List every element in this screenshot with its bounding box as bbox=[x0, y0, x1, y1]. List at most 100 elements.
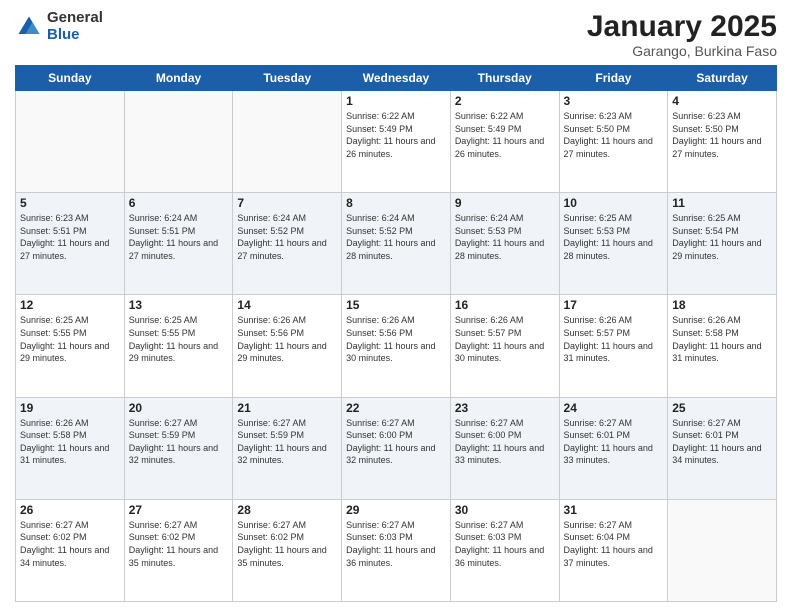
day-info: Sunrise: 6:27 AM Sunset: 6:03 PM Dayligh… bbox=[455, 519, 555, 569]
col-friday: Friday bbox=[559, 66, 668, 91]
table-row: 23 Sunrise: 6:27 AM Sunset: 6:00 PM Dayli… bbox=[450, 397, 559, 499]
day-info: Sunrise: 6:27 AM Sunset: 6:00 PM Dayligh… bbox=[346, 417, 446, 467]
day-info: Sunrise: 6:27 AM Sunset: 6:00 PM Dayligh… bbox=[455, 417, 555, 467]
day-number: 16 bbox=[455, 298, 555, 312]
day-number: 22 bbox=[346, 401, 446, 415]
day-number: 20 bbox=[129, 401, 229, 415]
table-row: 12Sunrise: 6:25 AM Sunset: 5:55 PM Dayli… bbox=[16, 295, 125, 397]
table-row bbox=[233, 91, 342, 193]
calendar-table: Sunday Monday Tuesday Wednesday Thursday… bbox=[15, 65, 777, 602]
table-row: 14Sunrise: 6:26 AM Sunset: 5:56 PM Dayli… bbox=[233, 295, 342, 397]
table-row: 18 Sunrise: 6:26 AM Sunset: 5:58 PM Dayli… bbox=[668, 295, 777, 397]
day-info: Sunrise: 6:25 AM Sunset: 5:53 PM Dayligh… bbox=[564, 212, 664, 262]
logo: General Blue bbox=[15, 10, 103, 43]
day-number: 18 bbox=[672, 298, 772, 312]
day-number: 9 bbox=[455, 196, 555, 210]
day-info: Sunrise: 6:27 AM Sunset: 6:02 PM Dayligh… bbox=[237, 519, 337, 569]
table-row: 20 Sunrise: 6:27 AM Sunset: 5:59 PM Dayli… bbox=[124, 397, 233, 499]
day-info: Sunrise: 6:24 AM Sunset: 5:51 PM Dayligh… bbox=[129, 212, 229, 262]
table-row: 17 Sunrise: 6:26 AM Sunset: 5:57 PM Dayli… bbox=[559, 295, 668, 397]
day-number: 30 bbox=[455, 503, 555, 517]
table-row: 3 Sunrise: 6:23 AM Sunset: 5:50 PM Daylig… bbox=[559, 91, 668, 193]
col-tuesday: Tuesday bbox=[233, 66, 342, 91]
table-row: 30 Sunrise: 6:27 AM Sunset: 6:03 PM Dayli… bbox=[450, 499, 559, 601]
day-info: Sunrise: 6:26 AM Sunset: 5:57 PM Dayligh… bbox=[455, 314, 555, 364]
table-row: 9 Sunrise: 6:24 AM Sunset: 5:53 PM Daylig… bbox=[450, 193, 559, 295]
calendar-week-row: 12Sunrise: 6:25 AM Sunset: 5:55 PM Dayli… bbox=[16, 295, 777, 397]
page: General Blue January 2025 Garango, Burki… bbox=[0, 0, 792, 612]
day-number: 2 bbox=[455, 94, 555, 108]
table-row: 7Sunrise: 6:24 AM Sunset: 5:52 PM Daylig… bbox=[233, 193, 342, 295]
day-info: Sunrise: 6:27 AM Sunset: 5:59 PM Dayligh… bbox=[237, 417, 337, 467]
day-info: Sunrise: 6:23 AM Sunset: 5:50 PM Dayligh… bbox=[672, 110, 772, 160]
table-row: 8 Sunrise: 6:24 AM Sunset: 5:52 PM Daylig… bbox=[342, 193, 451, 295]
col-sunday: Sunday bbox=[16, 66, 125, 91]
day-info: Sunrise: 6:26 AM Sunset: 5:57 PM Dayligh… bbox=[564, 314, 664, 364]
day-info: Sunrise: 6:27 AM Sunset: 6:02 PM Dayligh… bbox=[129, 519, 229, 569]
col-monday: Monday bbox=[124, 66, 233, 91]
day-info: Sunrise: 6:26 AM Sunset: 5:56 PM Dayligh… bbox=[346, 314, 446, 364]
day-number: 28 bbox=[237, 503, 337, 517]
day-info: Sunrise: 6:27 AM Sunset: 6:04 PM Dayligh… bbox=[564, 519, 664, 569]
day-number: 23 bbox=[455, 401, 555, 415]
day-number: 11 bbox=[672, 196, 772, 210]
title-block: January 2025 Garango, Burkina Faso bbox=[587, 10, 777, 59]
day-number: 17 bbox=[564, 298, 664, 312]
table-row: 16 Sunrise: 6:26 AM Sunset: 5:57 PM Dayli… bbox=[450, 295, 559, 397]
table-row: 6Sunrise: 6:24 AM Sunset: 5:51 PM Daylig… bbox=[124, 193, 233, 295]
day-info: Sunrise: 6:24 AM Sunset: 5:53 PM Dayligh… bbox=[455, 212, 555, 262]
table-row: 13 Sunrise: 6:25 AM Sunset: 5:55 PM Dayli… bbox=[124, 295, 233, 397]
table-row bbox=[668, 499, 777, 601]
day-info: Sunrise: 6:26 AM Sunset: 5:58 PM Dayligh… bbox=[672, 314, 772, 364]
day-number: 31 bbox=[564, 503, 664, 517]
logo-text: General Blue bbox=[47, 10, 103, 43]
calendar-location: Garango, Burkina Faso bbox=[587, 43, 777, 59]
day-info: Sunrise: 6:24 AM Sunset: 5:52 PM Dayligh… bbox=[346, 212, 446, 262]
calendar-week-row: 26 Sunrise: 6:27 AM Sunset: 6:02 PM Dayli… bbox=[16, 499, 777, 601]
table-row: 5Sunrise: 6:23 AM Sunset: 5:51 PM Daylig… bbox=[16, 193, 125, 295]
day-info: Sunrise: 6:23 AM Sunset: 5:50 PM Dayligh… bbox=[564, 110, 664, 160]
table-row: 19Sunrise: 6:26 AM Sunset: 5:58 PM Dayli… bbox=[16, 397, 125, 499]
table-row: 22 Sunrise: 6:27 AM Sunset: 6:00 PM Dayli… bbox=[342, 397, 451, 499]
day-number: 3 bbox=[564, 94, 664, 108]
day-number: 29 bbox=[346, 503, 446, 517]
day-number: 8 bbox=[346, 196, 446, 210]
day-info: Sunrise: 6:24 AM Sunset: 5:52 PM Dayligh… bbox=[237, 212, 337, 262]
day-number: 4 bbox=[672, 94, 772, 108]
day-info: Sunrise: 6:23 AM Sunset: 5:51 PM Dayligh… bbox=[20, 212, 120, 262]
day-number: 13 bbox=[129, 298, 229, 312]
day-info: Sunrise: 6:27 AM Sunset: 6:01 PM Dayligh… bbox=[672, 417, 772, 467]
table-row: 15 Sunrise: 6:26 AM Sunset: 5:56 PM Dayli… bbox=[342, 295, 451, 397]
table-row: 2Sunrise: 6:22 AM Sunset: 5:49 PM Daylig… bbox=[450, 91, 559, 193]
day-number: 15 bbox=[346, 298, 446, 312]
day-info: Sunrise: 6:25 AM Sunset: 5:54 PM Dayligh… bbox=[672, 212, 772, 262]
table-row bbox=[16, 91, 125, 193]
logo-general-text: General bbox=[47, 10, 103, 27]
col-wednesday: Wednesday bbox=[342, 66, 451, 91]
table-row: 10 Sunrise: 6:25 AM Sunset: 5:53 PM Dayli… bbox=[559, 193, 668, 295]
day-info: Sunrise: 6:25 AM Sunset: 5:55 PM Dayligh… bbox=[129, 314, 229, 364]
day-number: 27 bbox=[129, 503, 229, 517]
table-row: 29 Sunrise: 6:27 AM Sunset: 6:03 PM Dayli… bbox=[342, 499, 451, 601]
table-row: 24Sunrise: 6:27 AM Sunset: 6:01 PM Dayli… bbox=[559, 397, 668, 499]
day-number: 1 bbox=[346, 94, 446, 108]
day-info: Sunrise: 6:27 AM Sunset: 5:59 PM Dayligh… bbox=[129, 417, 229, 467]
day-number: 26 bbox=[20, 503, 120, 517]
table-row: 25 Sunrise: 6:27 AM Sunset: 6:01 PM Dayli… bbox=[668, 397, 777, 499]
calendar-header-row: Sunday Monday Tuesday Wednesday Thursday… bbox=[16, 66, 777, 91]
day-number: 10 bbox=[564, 196, 664, 210]
day-info: Sunrise: 6:27 AM Sunset: 6:02 PM Dayligh… bbox=[20, 519, 120, 569]
day-info: Sunrise: 6:22 AM Sunset: 5:49 PM Dayligh… bbox=[346, 110, 446, 160]
table-row: 31 Sunrise: 6:27 AM Sunset: 6:04 PM Dayli… bbox=[559, 499, 668, 601]
day-number: 25 bbox=[672, 401, 772, 415]
table-row: 28 Sunrise: 6:27 AM Sunset: 6:02 PM Dayli… bbox=[233, 499, 342, 601]
day-info: Sunrise: 6:25 AM Sunset: 5:55 PM Dayligh… bbox=[20, 314, 120, 364]
logo-icon bbox=[15, 13, 43, 41]
calendar-title: January 2025 bbox=[587, 10, 777, 43]
col-saturday: Saturday bbox=[668, 66, 777, 91]
day-info: Sunrise: 6:27 AM Sunset: 6:03 PM Dayligh… bbox=[346, 519, 446, 569]
table-row: 26 Sunrise: 6:27 AM Sunset: 6:02 PM Dayli… bbox=[16, 499, 125, 601]
table-row: 4 Sunrise: 6:23 AM Sunset: 5:50 PM Daylig… bbox=[668, 91, 777, 193]
table-row bbox=[124, 91, 233, 193]
table-row: 1 Sunrise: 6:22 AM Sunset: 5:49 PM Daylig… bbox=[342, 91, 451, 193]
